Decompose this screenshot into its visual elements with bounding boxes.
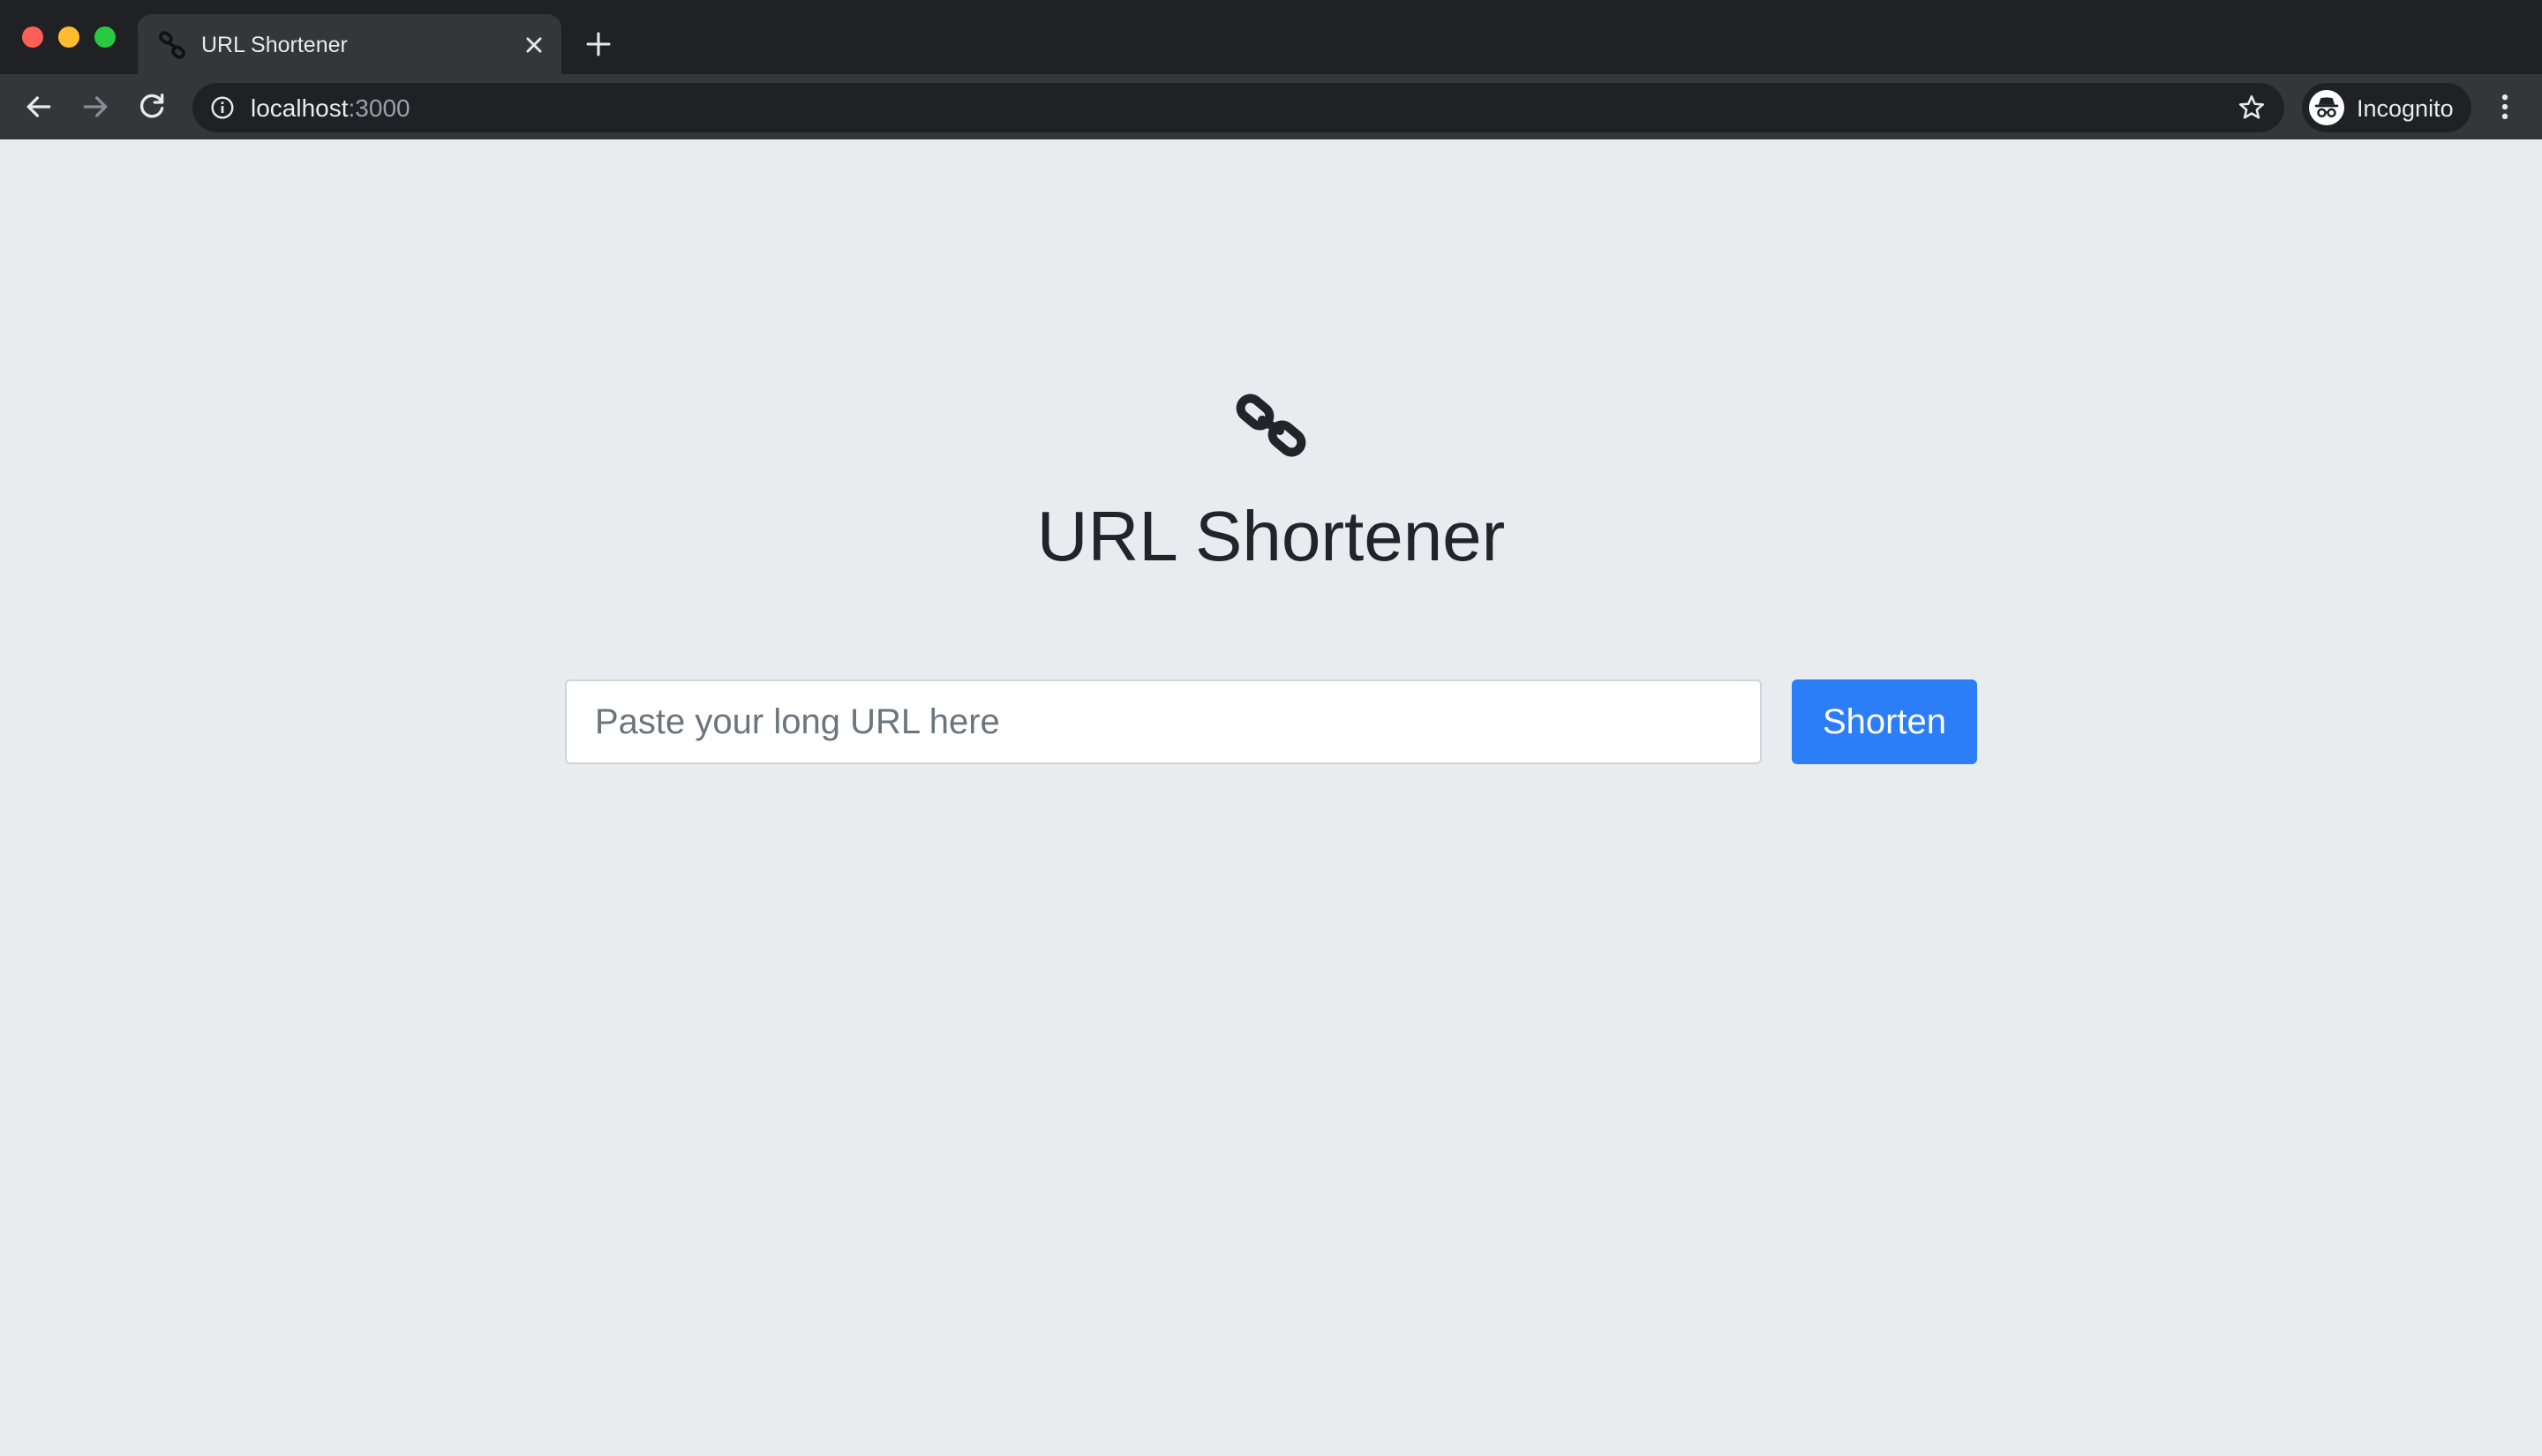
shorten-button[interactable]: Shorten [1792,679,1977,764]
page-title: URL Shortener [1036,497,1506,575]
link-icon [159,31,185,59]
star-icon[interactable] [2237,93,2267,123]
browser-toolbar: localhost:3000 Incognito [0,74,2542,139]
url-input[interactable] [565,679,1762,764]
tab-url-shortener[interactable]: URL Shortener [138,14,561,74]
page-viewport: URL Shortener Shorten [0,139,2542,1456]
incognito-avatar [2309,90,2344,125]
profile-button[interactable]: Incognito [2302,83,2471,132]
arrow-right-icon[interactable] [78,89,113,124]
kebab-menu-icon[interactable] [2487,89,2523,124]
minimize-window-button[interactable] [58,26,79,48]
tab-title: URL Shortener [201,33,348,57]
url-port: :3000 [348,94,410,122]
tab-strip: URL Shortener [0,0,2542,74]
incognito-icon [2314,97,2339,118]
url-text: localhost:3000 [251,94,410,123]
arrow-left-icon[interactable] [21,89,56,124]
close-window-button[interactable] [22,26,43,48]
info-icon[interactable] [208,94,237,122]
browser-window: URL Shortener localhost:3000 Incognito U… [0,0,2542,1456]
maximize-window-button[interactable] [94,26,116,48]
profile-label: Incognito [2357,95,2454,122]
reload-icon[interactable] [134,89,169,124]
address-bar[interactable]: localhost:3000 [192,83,2284,132]
close-icon[interactable] [519,30,549,60]
plus-icon[interactable] [583,28,614,60]
url-host: localhost [251,94,349,122]
link-icon [1236,394,1306,457]
